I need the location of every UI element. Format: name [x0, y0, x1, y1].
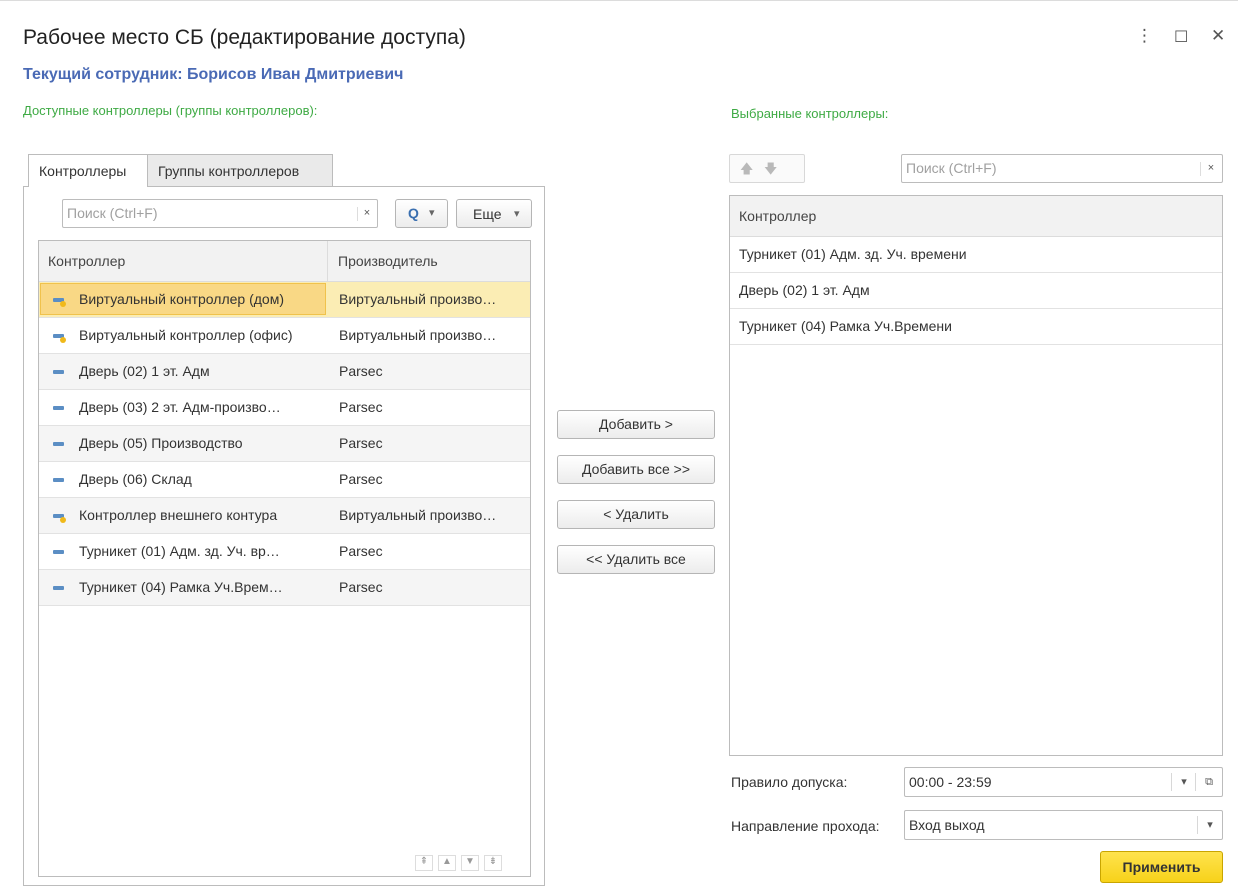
row-manufacturer: Parsec — [339, 543, 383, 559]
controller-icon — [53, 370, 64, 374]
remove-button[interactable]: < Удалить — [557, 500, 715, 529]
move-down-icon[interactable]: 🡇 — [764, 160, 777, 182]
row-manufacturer: Parsec — [339, 399, 383, 415]
last-page-icon[interactable]: ⇟ — [484, 855, 502, 871]
pass-direction-dropdown-icon[interactable]: ▾ — [1197, 816, 1222, 834]
scroll-down-icon[interactable]: ▼ — [461, 855, 479, 871]
tab-controllers[interactable]: Контроллеры — [28, 154, 148, 187]
available-controllers-table: Контроллер Производитель Виртуальный кон… — [38, 240, 531, 877]
apply-button[interactable]: Применить — [1100, 851, 1223, 883]
access-rule-field[interactable]: 00:00 - 23:59 ▾ ⧉ — [904, 767, 1223, 797]
row-controller-name: Дверь (02) 1 эт. Адм — [79, 363, 210, 379]
column-controller[interactable]: Контроллер — [739, 208, 816, 224]
selected-controllers-caption: Выбранные контроллеры: — [731, 106, 889, 121]
row-manufacturer: Parsec — [339, 435, 383, 451]
row-manufacturer: Parsec — [339, 471, 383, 487]
column-controller[interactable]: Контроллер — [48, 253, 125, 269]
table-row[interactable]: Турникет (01) Адм. зд. Уч. времени — [730, 237, 1222, 273]
close-icon[interactable]: ✕ — [1211, 26, 1225, 46]
row-controller-name: Турникет (04) Рамка Уч.Времени — [739, 318, 952, 334]
first-page-icon[interactable]: ⇞ — [415, 855, 433, 871]
top-border — [0, 0, 1238, 1]
column-manufacturer[interactable]: Производитель — [338, 253, 438, 269]
scroll-up-icon[interactable]: ▲ — [438, 855, 456, 871]
table-row[interactable]: Дверь (05) Производство Parsec — [39, 426, 530, 462]
left-search-placeholder: Поиск (Ctrl+F) — [67, 205, 158, 221]
remove-all-button[interactable]: << Удалить все — [557, 545, 715, 574]
right-search-input[interactable]: Поиск (Ctrl+F) × — [901, 154, 1223, 183]
search-dropdown-icon: ▾ — [429, 207, 435, 219]
access-rule-value: 00:00 - 23:59 — [909, 774, 992, 790]
row-controller-name: Турникет (01) Адм. зд. Уч. вр… — [79, 543, 280, 559]
current-employee: Текущий сотрудник: Борисов Иван Дмитриев… — [23, 66, 404, 83]
controller-icon — [53, 478, 64, 482]
row-manufacturer: Виртуальный произво… — [339, 327, 497, 343]
access-rule-label: Правило допуска: — [731, 774, 848, 790]
controller-icon — [53, 550, 64, 554]
right-search-placeholder: Поиск (Ctrl+F) — [906, 160, 997, 176]
virtual-controller-icon — [53, 334, 66, 343]
table-row[interactable]: Дверь (06) Склад Parsec — [39, 462, 530, 498]
table-row[interactable]: Турникет (01) Адм. зд. Уч. вр… Parsec — [39, 534, 530, 570]
more-button-label: Еще — [473, 206, 502, 222]
move-up-icon[interactable]: 🡅 — [740, 160, 753, 182]
row-controller-name: Турникет (04) Рамка Уч.Врем… — [79, 579, 283, 595]
more-menu-icon[interactable]: ⋮ — [1136, 26, 1153, 46]
right-search-clear-icon[interactable]: × — [1200, 162, 1221, 176]
table-row[interactable]: Контроллер внешнего контура Виртуальный … — [39, 498, 530, 534]
left-search-input[interactable]: Поиск (Ctrl+F) × — [62, 199, 378, 228]
table-row[interactable]: Дверь (03) 2 эт. Адм-произво… Parsec — [39, 390, 530, 426]
row-controller-name: Дверь (06) Склад — [79, 471, 192, 487]
row-manufacturer: Parsec — [339, 579, 383, 595]
table-header: Контроллер — [730, 196, 1222, 237]
row-controller-name: Дверь (05) Производство — [79, 435, 243, 451]
table-navigation: ⇞ ▲ ▼ ⇟ — [415, 852, 530, 872]
access-rule-dropdown-icon[interactable]: ▾ — [1171, 773, 1196, 791]
table-row[interactable]: Турникет (04) Рамка Уч.Времени — [730, 309, 1222, 345]
row-controller-name: Турникет (01) Адм. зд. Уч. времени — [739, 246, 967, 262]
pass-direction-field[interactable]: Вход выход ▾ — [904, 810, 1223, 840]
reorder-buttons: 🡅 🡇 — [729, 154, 805, 183]
row-manufacturer: Parsec — [339, 363, 383, 379]
table-row[interactable]: Дверь (02) 1 эт. Адм Parsec — [39, 354, 530, 390]
row-manufacturer: Виртуальный произво… — [339, 291, 497, 307]
controller-icon — [53, 442, 64, 446]
controller-icon — [53, 406, 64, 410]
table-row[interactable]: Дверь (02) 1 эт. Адм — [730, 273, 1222, 309]
row-controller-name: Виртуальный контроллер (дом) — [79, 291, 284, 307]
search-button[interactable]: Q ▾ — [395, 199, 448, 228]
pass-direction-label: Направление прохода: — [731, 818, 880, 834]
row-manufacturer: Виртуальный произво… — [339, 507, 497, 523]
maximize-icon[interactable]: ☐ — [1174, 27, 1188, 47]
controllers-tab-panel: Поиск (Ctrl+F) × Q ▾ Еще ▾ Контроллер Пр… — [23, 186, 545, 886]
search-icon: Q — [408, 205, 419, 221]
more-button[interactable]: Еще ▾ — [456, 199, 532, 228]
row-controller-name: Дверь (02) 1 эт. Адм — [739, 282, 870, 298]
add-all-button[interactable]: Добавить все >> — [557, 455, 715, 484]
pass-direction-value: Вход выход — [909, 817, 985, 833]
row-controller-name: Контроллер внешнего контура — [79, 507, 278, 523]
tab-controller-groups[interactable]: Группы контроллеров — [147, 154, 333, 187]
row-controller-name: Виртуальный контроллер (офис) — [79, 327, 293, 343]
row-controller-name: Дверь (03) 2 эт. Адм-произво… — [79, 399, 281, 415]
access-rule-open-icon[interactable]: ⧉ — [1195, 773, 1222, 791]
more-dropdown-icon: ▾ — [514, 208, 520, 220]
add-button[interactable]: Добавить > — [557, 410, 715, 439]
virtual-controller-icon — [53, 298, 66, 307]
table-row[interactable]: Турникет (04) Рамка Уч.Врем… Parsec — [39, 570, 530, 606]
column-divider — [327, 241, 328, 281]
window-title: Рабочее место СБ (редактирование доступа… — [23, 26, 466, 49]
available-controllers-caption: Доступные контроллеры (группы контроллер… — [23, 103, 318, 118]
table-row[interactable]: Виртуальный контроллер (офис) Виртуальны… — [39, 318, 530, 354]
virtual-controller-icon — [53, 514, 66, 523]
selected-controllers-table: Контроллер Турникет (01) Адм. зд. Уч. вр… — [729, 195, 1223, 756]
table-header: Контроллер Производитель — [39, 241, 530, 282]
controller-icon — [53, 586, 64, 590]
left-search-clear-icon[interactable]: × — [357, 207, 376, 221]
table-row[interactable]: Виртуальный контроллер (дом) Виртуальный… — [39, 282, 530, 318]
